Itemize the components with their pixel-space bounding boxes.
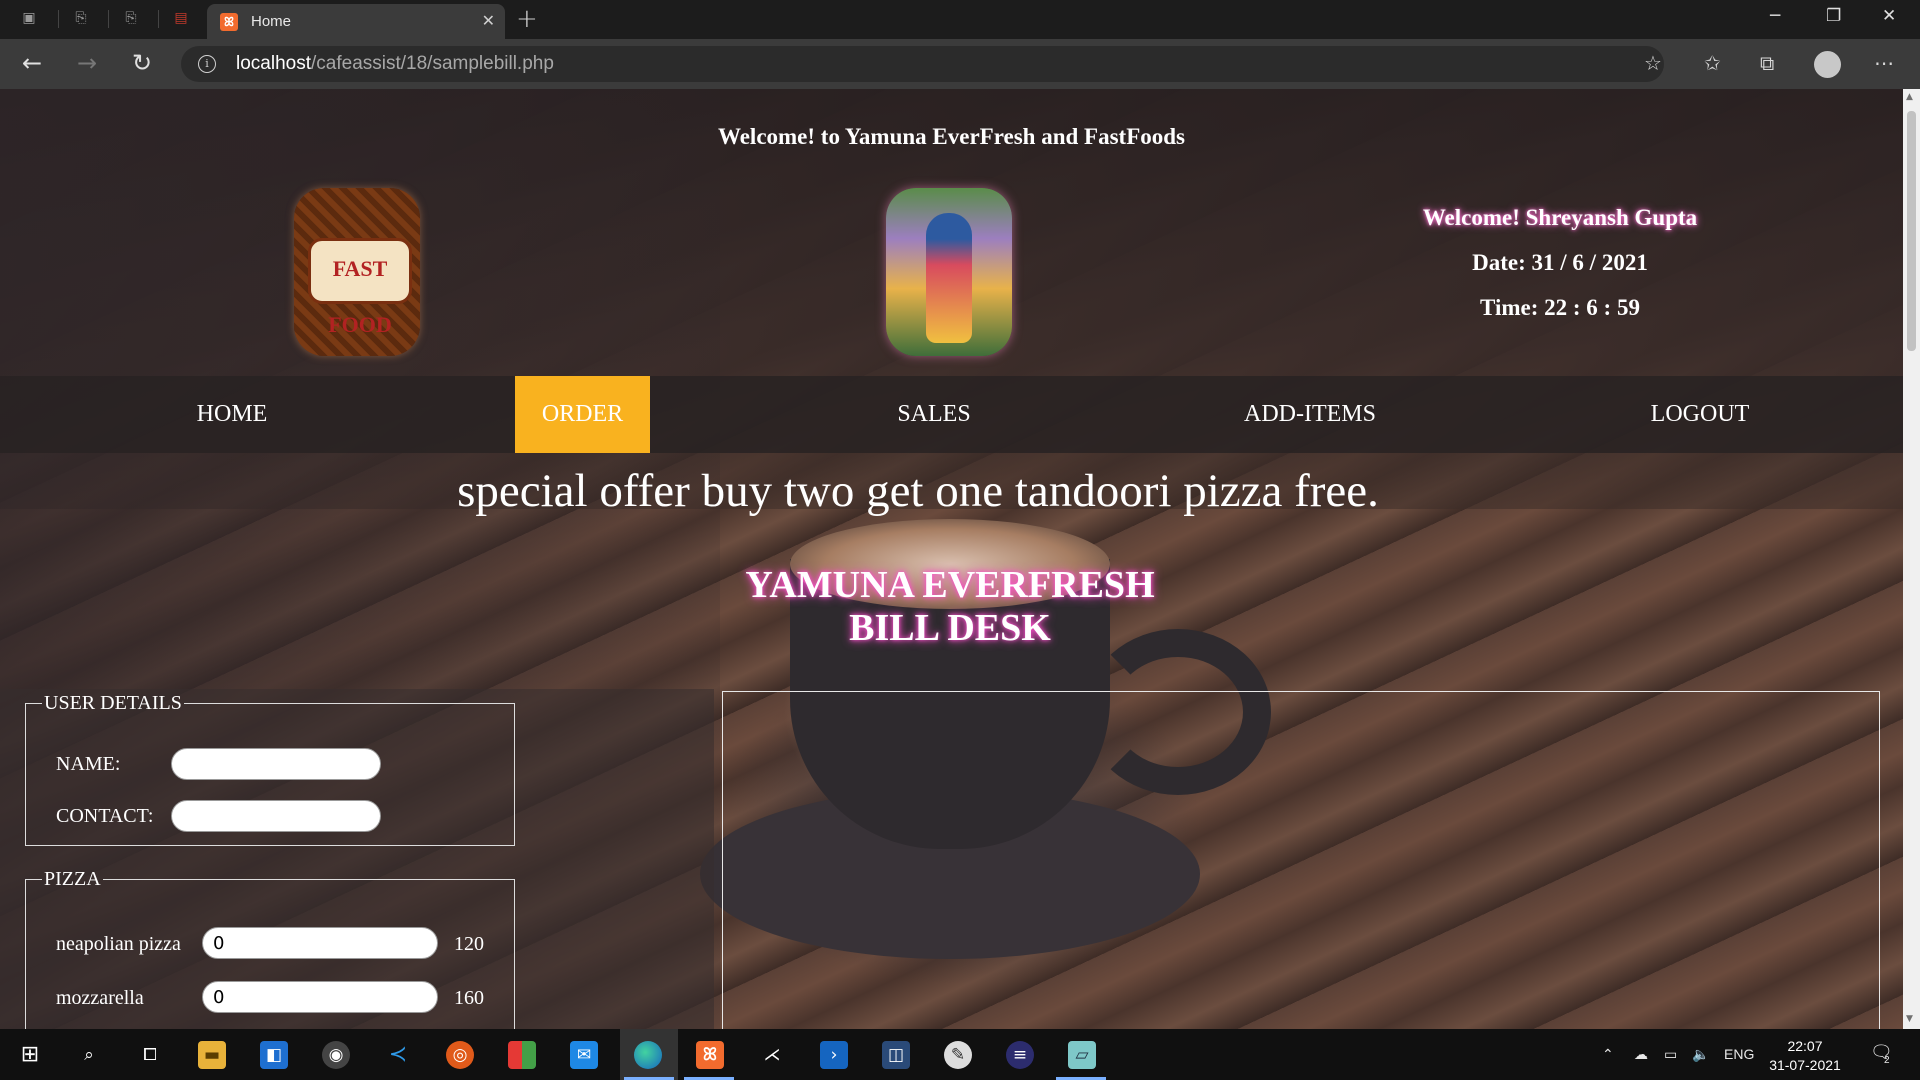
refresh-icon[interactable]: ↻ — [132, 49, 152, 77]
pizza-qty-input[interactable] — [202, 927, 438, 959]
add-favorite-icon[interactable]: ☆ — [1644, 51, 1662, 75]
close-tab-icon[interactable]: ✕ — [482, 11, 495, 30]
eclipse-icon[interactable]: ≡ — [1006, 1041, 1034, 1069]
page-content: Welcome! to Yamuna EverFresh and FastFoo… — [0, 89, 1903, 1029]
user-details-legend: USER DETAILS — [44, 692, 182, 714]
mail-icon[interactable]: ✉ — [570, 1041, 598, 1069]
current-date: Date: 31 / 6 / 2021 — [1472, 250, 1648, 275]
forward-icon[interactable]: → — [77, 49, 97, 77]
pizza-item-name: neapolian pizza — [56, 933, 181, 955]
notepad-icon[interactable]: ▱ — [1068, 1041, 1096, 1069]
fast-food-logo: FAST FOOD — [294, 188, 420, 356]
collections-icon[interactable]: ⧉ — [1760, 51, 1774, 75]
task-view-icon[interactable]: ⧠ — [136, 1041, 164, 1069]
show-hidden-icons-icon[interactable]: ⌃ — [1602, 1046, 1614, 1063]
site-info-icon[interactable]: i — [198, 55, 216, 73]
bill-output-area — [722, 691, 1880, 1029]
url-text: localhost/cafeassist/18/samplebill.php — [236, 53, 554, 74]
bill-desk-title-line2: BILL DESK — [849, 607, 1051, 649]
current-time: Time: 22 : 6 : 59 — [1480, 295, 1640, 320]
xampp-icon[interactable]: ꕤ — [696, 1041, 724, 1069]
pizza-item-name: mozzarella — [56, 987, 144, 1009]
more-options-icon[interactable]: ⋯ — [1874, 51, 1894, 75]
browser-tab-bar: ▣ ⎘ ⎘ ▤ ꕤ Home ✕ + ─ ❐ ✕ — [0, 0, 1920, 39]
order-form-panel: USER DETAILS NAME: CONTACT: PIZZA neapol… — [0, 689, 714, 1029]
obs-icon[interactable]: ◉ — [322, 1041, 350, 1069]
favorites-icon[interactable]: ✩ — [1704, 51, 1721, 75]
pinned-tab-icon[interactable]: ⎘ — [122, 9, 140, 27]
clock-date: 31-07-2021 — [1769, 1057, 1841, 1073]
edge-browser-icon[interactable] — [634, 1041, 662, 1069]
user-details-fieldset: USER DETAILS NAME: CONTACT: — [25, 692, 515, 846]
nav-logout[interactable]: LOGOUT — [1620, 376, 1780, 453]
pizza-legend: PIZZA — [44, 868, 101, 890]
powershell-icon[interactable]: › — [820, 1041, 848, 1069]
bill-desk-title: YAMUNA EVERFRESH BILL DESK — [0, 564, 1900, 650]
tab-separator — [158, 10, 159, 28]
name-label: NAME: — [56, 753, 121, 775]
main-nav: HOME ORDER SALES ADD-ITEMS LOGOUT — [0, 376, 1903, 453]
page-scrollbar[interactable]: ▲ ▼ — [1903, 89, 1920, 1029]
volume-icon[interactable]: 🔈 — [1692, 1046, 1709, 1063]
site-welcome-heading: Welcome! to Yamuna EverFresh and FastFoo… — [717, 124, 1185, 149]
pizza-item-price: 160 — [454, 987, 484, 1009]
battery-icon[interactable]: ▭ — [1664, 1046, 1677, 1063]
taskbar-clock[interactable]: 22:07 31-07-2021 — [1760, 1037, 1850, 1075]
scroll-up-icon[interactable]: ▲ — [1906, 92, 1913, 102]
onedrive-icon[interactable]: ☁ — [1634, 1046, 1648, 1063]
contact-label: CONTACT: — [56, 805, 154, 827]
pizza-fieldset: PIZZA neapolian pizza 120 mozzarella 160 — [25, 868, 515, 1029]
pinned-tab-icon[interactable]: ⎘ — [72, 9, 90, 27]
name-input[interactable] — [171, 748, 381, 780]
pizza-item-price: 120 — [454, 933, 484, 955]
restore-window-icon[interactable]: ❐ — [1826, 6, 1841, 26]
address-input[interactable]: i localhost/cafeassist/18/samplebill.php — [181, 46, 1664, 82]
close-window-icon[interactable]: ✕ — [1882, 6, 1896, 26]
minimize-window-icon[interactable]: ─ — [1770, 6, 1780, 26]
deity-image — [886, 188, 1012, 356]
pinned-tab-icon[interactable]: ▤ — [172, 9, 190, 27]
ubuntu-icon[interactable]: ◎ — [446, 1041, 474, 1069]
file-explorer-icon[interactable]: ▬ — [198, 1041, 226, 1069]
tab-separator — [108, 10, 109, 28]
store-icon[interactable]: ◧ — [260, 1041, 288, 1069]
deity-figure — [926, 213, 972, 343]
fast-food-logo-text: FAST FOOD — [308, 238, 412, 337]
vscode-icon[interactable]: ≺ — [384, 1041, 412, 1069]
xampp-favicon-icon: ꕤ — [220, 13, 238, 31]
paint-icon[interactable]: ✎ — [944, 1041, 972, 1069]
contact-input[interactable] — [171, 800, 381, 832]
notification-count: 2 — [1884, 1055, 1890, 1066]
new-tab-button[interactable]: + — [516, 4, 538, 34]
nav-add-items[interactable]: ADD-ITEMS — [1220, 376, 1400, 453]
back-icon[interactable]: ← — [22, 49, 42, 77]
pizza-qty-input[interactable] — [202, 981, 438, 1013]
bill-desk-title-line1: YAMUNA EVERFRESH — [745, 564, 1155, 606]
nav-sales[interactable]: SALES — [860, 376, 1008, 453]
special-offer-banner: special offer buy two get one tandoori p… — [457, 465, 1379, 517]
git-icon[interactable]: ⋌ — [758, 1041, 786, 1069]
clock-time: 22:07 — [1787, 1038, 1823, 1054]
nav-home[interactable]: HOME — [152, 376, 312, 453]
scroll-down-icon[interactable]: ▼ — [1906, 1014, 1913, 1024]
nav-order[interactable]: ORDER — [515, 376, 650, 453]
tab-actions-icon[interactable]: ▣ — [20, 9, 38, 27]
tab-title: Home — [251, 13, 292, 30]
windows-taskbar: ⊞ ⌕ ⧠ ▬ ◧ ◉ ≺ ◎ ✉ ꕤ ⋌ › ◫ ✎ ≡ ▱ ⌃ ☁ ▭ 🔈 … — [0, 1029, 1920, 1080]
profile-avatar[interactable] — [1814, 51, 1841, 78]
language-indicator[interactable]: ENG — [1724, 1046, 1754, 1062]
office-icon[interactable] — [508, 1041, 536, 1069]
scrollbar-thumb[interactable] — [1907, 111, 1916, 351]
tab-separator — [58, 10, 59, 28]
address-bar-row: ← → ↻ i localhost/cafeassist/18/samplebi… — [0, 39, 1920, 89]
start-windows-icon[interactable]: ⊞ — [16, 1041, 44, 1069]
ide-icon[interactable]: ◫ — [882, 1041, 910, 1069]
tab-home[interactable]: ꕤ Home ✕ — [207, 4, 505, 39]
search-icon[interactable]: ⌕ — [75, 1041, 103, 1069]
user-welcome: Welcome! Shreyansh Gupta — [1422, 205, 1698, 230]
